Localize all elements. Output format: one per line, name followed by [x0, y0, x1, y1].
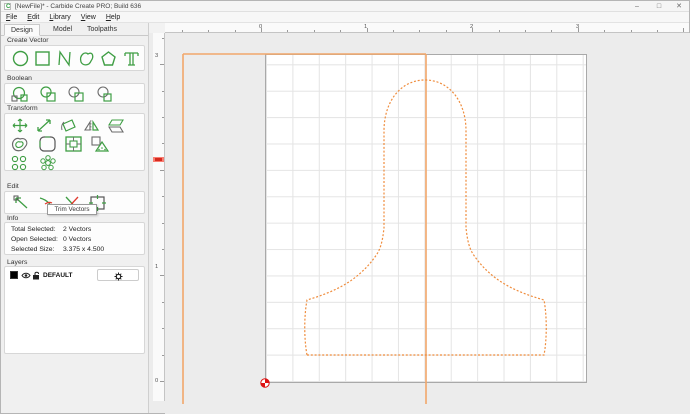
ruler-position-marker [153, 157, 164, 162]
maximize-button[interactable]: □ [651, 2, 667, 11]
create-vector-box [4, 45, 145, 71]
offset-path-icon[interactable] [9, 135, 33, 153]
info-selected-size: Selected Size: 3.375 x 4.500 [11, 246, 104, 253]
left-ruler-label-1: 1 [155, 264, 159, 270]
left-ruler-label-3: 3 [155, 53, 159, 59]
menu-view[interactable]: View [76, 12, 101, 21]
layer-name: DEFAULT [43, 272, 73, 279]
minimize-button[interactable]: – [629, 2, 645, 11]
polyline-tool-icon[interactable] [55, 49, 74, 68]
layer-lock-icon[interactable] [32, 271, 41, 280]
boolean-intersect-icon[interactable] [66, 86, 88, 102]
node-edit-icon[interactable] [10, 194, 32, 212]
menu-help[interactable]: Help [101, 12, 125, 21]
boolean-union-icon[interactable] [10, 86, 32, 102]
transform-box [4, 113, 145, 171]
circle-tool-icon[interactable] [11, 49, 30, 68]
layer-settings-button[interactable] [97, 269, 139, 281]
layers-box: DEFAULT [4, 266, 145, 354]
tab-toolpaths[interactable]: Toolpaths [81, 24, 123, 36]
rectangle-tool-icon[interactable] [33, 49, 52, 68]
top-ruler: 0 1 2 3 [165, 23, 689, 33]
nest-icon[interactable] [88, 135, 112, 153]
text-tool-icon[interactable] [122, 49, 141, 68]
circular-array-icon[interactable] [36, 155, 60, 171]
menu-edit[interactable]: Edit [22, 12, 44, 21]
info-title: Info [7, 215, 19, 222]
tooltip: Trim Vectors [47, 204, 97, 215]
menu-bar: File Edit Library View Help [1, 12, 689, 23]
left-ruler: 3 2 1 0 [153, 33, 165, 401]
shear-icon[interactable] [106, 117, 126, 134]
design-panel: Design Model Toolpaths Create Vector Boo… [1, 23, 149, 413]
app-window: C [NewFile]* - Carbide Create PRO; Build… [0, 0, 690, 414]
layer-row[interactable]: DEFAULT [7, 269, 142, 282]
title-bar: C [NewFile]* - Carbide Create PRO; Build… [1, 1, 689, 12]
info-box: Total Selected: 2 Vectors Open Selected:… [4, 222, 145, 255]
layer-visibility-eye-icon[interactable] [21, 271, 31, 280]
info-total-selected: Total Selected: 2 Vectors [11, 226, 91, 233]
boolean-xor-icon[interactable] [94, 86, 116, 102]
boolean-subtract-icon[interactable] [38, 86, 60, 102]
tab-design[interactable]: Design [4, 24, 40, 36]
ruler-corner [149, 23, 165, 33]
mirror-icon[interactable] [82, 117, 102, 134]
boolean-title: Boolean [7, 75, 32, 82]
tab-model[interactable]: Model [47, 24, 78, 36]
info-open-selected: Open Selected: 0 Vectors [11, 236, 91, 243]
info-selected-size-value: 3.375 x 4.500 [63, 246, 105, 253]
gear-icon [114, 272, 123, 280]
left-ruler-label-0: 0 [155, 378, 159, 384]
curve-tool-icon[interactable] [77, 49, 96, 68]
panel-tab-bar: Design Model Toolpaths [1, 23, 148, 36]
scale-icon[interactable] [34, 117, 54, 134]
info-open-selected-value: 0 Vectors [63, 236, 92, 243]
create-vector-title: Create Vector [7, 37, 49, 44]
edit-title: Edit [7, 183, 19, 190]
info-total-selected-value: 2 Vectors [63, 226, 92, 233]
rotate-icon[interactable] [58, 117, 78, 134]
drawing-viewport[interactable] [165, 33, 690, 414]
transform-title: Transform [7, 105, 38, 112]
grid-array-icon[interactable] [10, 155, 34, 171]
info-open-selected-label: Open Selected: [11, 236, 58, 243]
polygon-tool-icon[interactable] [99, 49, 118, 68]
info-selected-size-label: Selected Size: [11, 246, 55, 253]
round-corners-icon[interactable] [36, 135, 60, 153]
stock-material [265, 54, 587, 383]
move-icon[interactable] [10, 117, 30, 134]
canvas-area: 0 1 2 3 3 2 1 0 [149, 23, 690, 414]
info-total-selected-label: Total Selected: [11, 226, 56, 233]
layer-color-swatch[interactable] [10, 271, 18, 279]
menu-file[interactable]: File [1, 12, 22, 21]
window-title: [NewFile]* - Carbide Create PRO; Build 6… [15, 3, 142, 10]
align-icon[interactable] [62, 135, 86, 153]
boolean-box [4, 83, 145, 104]
app-logo-icon: C [4, 3, 11, 10]
layers-title: Layers [7, 259, 28, 266]
menu-library[interactable]: Library [44, 12, 75, 21]
close-button[interactable]: ✕ [671, 2, 687, 11]
